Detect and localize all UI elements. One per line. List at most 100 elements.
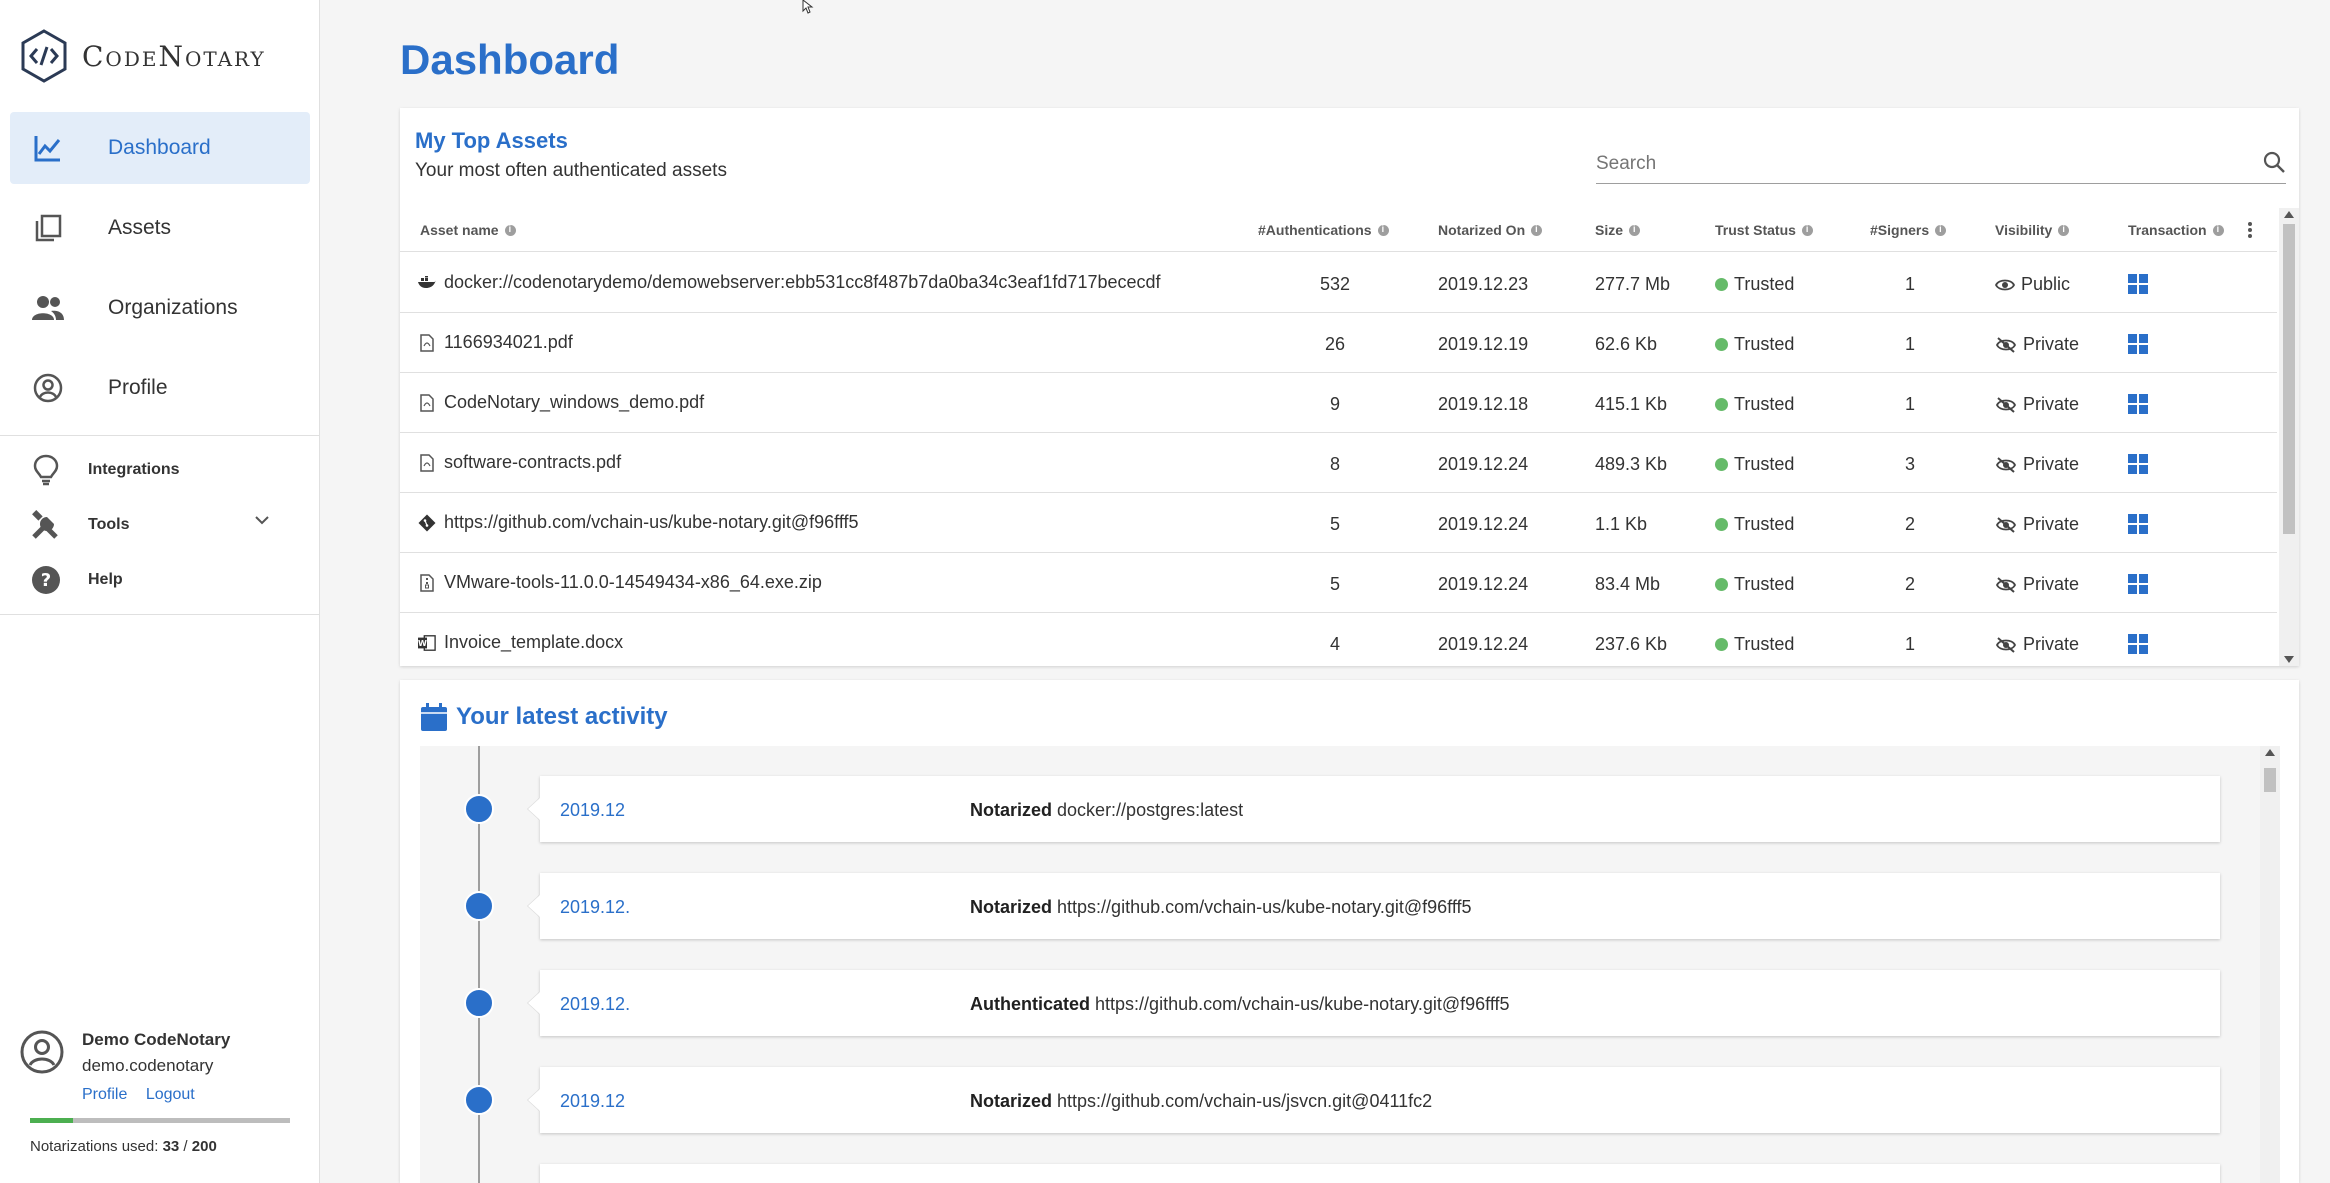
chart-line-icon <box>30 130 66 166</box>
timeline-dot <box>464 1085 494 1115</box>
activity-item[interactable]: 2019.12 Notarized https://github.com/vcha… <box>540 1067 2220 1133</box>
table-row[interactable]: docker://codenotarydemo/demowebserver:eb… <box>400 253 2277 313</box>
scroll-thumb[interactable] <box>2264 768 2276 792</box>
transaction-icon[interactable] <box>2128 394 2148 414</box>
authentications-cell: 5 <box>1329 514 1341 534</box>
chevron-down-icon[interactable] <box>254 513 270 531</box>
transaction-icon[interactable] <box>2128 634 2148 654</box>
more-vert-icon[interactable] <box>2247 220 2253 245</box>
asset-name-cell[interactable]: W Invoice_template.docx <box>418 632 623 653</box>
brand-name: CodeNotary <box>82 39 266 73</box>
activity-scrollbar[interactable] <box>2260 746 2280 1183</box>
nav-item-integrations[interactable]: Integrations <box>0 442 320 497</box>
trusted-status-dot <box>1715 578 1728 591</box>
scroll-up-icon[interactable] <box>2265 749 2275 756</box>
size-cell: 415.1 Kb <box>1595 394 1668 414</box>
nav-item-assets[interactable]: Assets <box>10 192 310 264</box>
asset-name-cell[interactable]: 1166934021.pdf <box>418 332 573 353</box>
notarized-on-cell: 2019.12.23 <box>1438 274 1529 294</box>
copy-icon <box>30 210 66 246</box>
signers-cell: 1 <box>1904 394 1916 414</box>
info-icon[interactable] <box>1629 224 1641 236</box>
info-icon[interactable] <box>2212 224 2224 236</box>
activity-target: https://github.com/vchain-us/kube-notary… <box>1057 897 1472 917</box>
table-row[interactable]: W Invoice_template.docx 4 2019.12.24 237.6 K… <box>400 613 2277 665</box>
size-cell: 489.3 Kb <box>1595 454 1668 474</box>
scroll-down-icon[interactable] <box>2284 656 2294 663</box>
nav-item-label: Tools <box>88 515 130 533</box>
info-icon[interactable] <box>1377 224 1389 236</box>
nav-item-profile[interactable]: Profile <box>10 352 310 424</box>
trusted-status-dot <box>1715 338 1728 351</box>
nav-item-dashboard[interactable]: Dashboard <box>10 112 310 184</box>
column-header-visibility[interactable]: Visibility <box>1995 222 2070 238</box>
notarized-on-cell: 2019.12.24 <box>1438 454 1529 474</box>
secondary-nav: Integrations Tools ? Help <box>0 442 320 607</box>
search-icon[interactable] <box>2262 150 2286 179</box>
asset-name-cell[interactable]: docker://codenotarydemo/demowebserver:eb… <box>418 272 1161 293</box>
column-header-transaction[interactable]: Transaction <box>2128 222 2224 238</box>
nav-item-tools[interactable]: Tools <box>0 497 320 552</box>
transaction-icon[interactable] <box>2128 574 2148 594</box>
asset-name-cell[interactable]: software-contracts.pdf <box>418 452 621 473</box>
column-header-size[interactable]: Size <box>1595 222 1641 238</box>
calendar-icon <box>421 703 447 731</box>
activity-action: Notarized <box>970 1091 1053 1111</box>
size-cell: 83.4 Mb <box>1595 574 1661 594</box>
logout-link[interactable]: Logout <box>146 1086 195 1103</box>
table-row[interactable]: 1166934021.pdf 26 2019.12.19 62.6 Kb Trusted… <box>400 313 2277 373</box>
info-icon[interactable] <box>1531 224 1543 236</box>
eye-off-icon <box>1995 576 2017 593</box>
scroll-up-icon[interactable] <box>2284 211 2294 218</box>
user-handle: demo.codenotary <box>82 1056 214 1075</box>
info-icon[interactable] <box>504 224 516 236</box>
transaction-icon[interactable] <box>2128 274 2148 294</box>
table-row[interactable]: CodeNotary_windows_demo.pdf 9 2019.12.18 41… <box>400 373 2277 433</box>
activity-date[interactable]: 2019.12 <box>560 800 625 821</box>
activity-description: Notarized docker://postgres:latest <box>970 800 1243 821</box>
asset-name-cell[interactable]: VMware-tools-11.0.0-14549434-x86_64.exe.… <box>418 572 822 593</box>
nav-item-organizations[interactable]: Organizations <box>10 272 310 344</box>
search-input[interactable] <box>1596 146 2236 182</box>
tools-icon <box>28 507 64 543</box>
table-row[interactable]: https://github.com/vchain-us/kube-notary… <box>400 493 2277 553</box>
assets-table-body: docker://codenotarydemo/demowebserver:eb… <box>400 253 2277 665</box>
authentications-cell: 26 <box>1324 334 1346 354</box>
activity-date[interactable]: 2019.12 <box>560 1091 625 1112</box>
info-icon[interactable] <box>1801 224 1813 236</box>
activity-item[interactable]: 2019.12. Authenticated https://github.com… <box>540 970 2220 1036</box>
eye-off-icon <box>1995 336 2017 353</box>
transaction-icon[interactable] <box>2128 334 2148 354</box>
column-header-notarized-on[interactable]: Notarized On <box>1438 222 1543 238</box>
avatar <box>20 1030 64 1074</box>
asset-name-cell[interactable]: https://github.com/vchain-us/kube-notary… <box>418 512 859 533</box>
activity-item[interactable]: 2019.12 Notarized docker://postgres:lates… <box>540 776 2220 842</box>
profile-link[interactable]: Profile <box>82 1086 127 1103</box>
brand-logo[interactable]: CodeNotary <box>20 26 266 86</box>
activity-item[interactable]: 2019.12. Notarized https://github.com/vch… <box>540 873 2220 939</box>
table-scrollbar[interactable] <box>2279 208 2299 666</box>
transaction-icon[interactable] <box>2128 454 2148 474</box>
info-icon[interactable] <box>2058 224 2070 236</box>
column-header-trust-status[interactable]: Trust Status <box>1715 222 1813 238</box>
table-row[interactable]: software-contracts.pdf 8 2019.12.24 489.3 K… <box>400 433 2277 493</box>
visibility-cell: Private <box>1995 634 2079 655</box>
trust-status-cell: Trusted <box>1715 274 1794 295</box>
transaction-icon[interactable] <box>2128 514 2148 534</box>
table-row[interactable]: VMware-tools-11.0.0-14549434-x86_64.exe.… <box>400 553 2277 613</box>
activity-date[interactable]: 2019.12. <box>560 994 630 1015</box>
zip-file-icon <box>418 573 436 593</box>
column-header-asset-name[interactable]: Asset name <box>420 222 516 238</box>
notarized-on-cell: 2019.12.24 <box>1438 634 1529 654</box>
scroll-thumb[interactable] <box>2283 224 2295 534</box>
column-header-signers[interactable]: #Signers <box>1870 222 1947 238</box>
activity-item[interactable] <box>540 1164 2220 1183</box>
signers-cell: 2 <box>1904 514 1916 534</box>
trusted-status-dot <box>1715 458 1728 471</box>
activity-date[interactable]: 2019.12. <box>560 897 630 918</box>
column-header-authentications[interactable]: #Authentications <box>1258 222 1389 238</box>
page-title: Dashboard <box>400 36 620 83</box>
info-icon[interactable] <box>1935 224 1947 236</box>
nav-item-help[interactable]: ? Help <box>0 552 320 607</box>
asset-name-cell[interactable]: CodeNotary_windows_demo.pdf <box>418 392 704 413</box>
